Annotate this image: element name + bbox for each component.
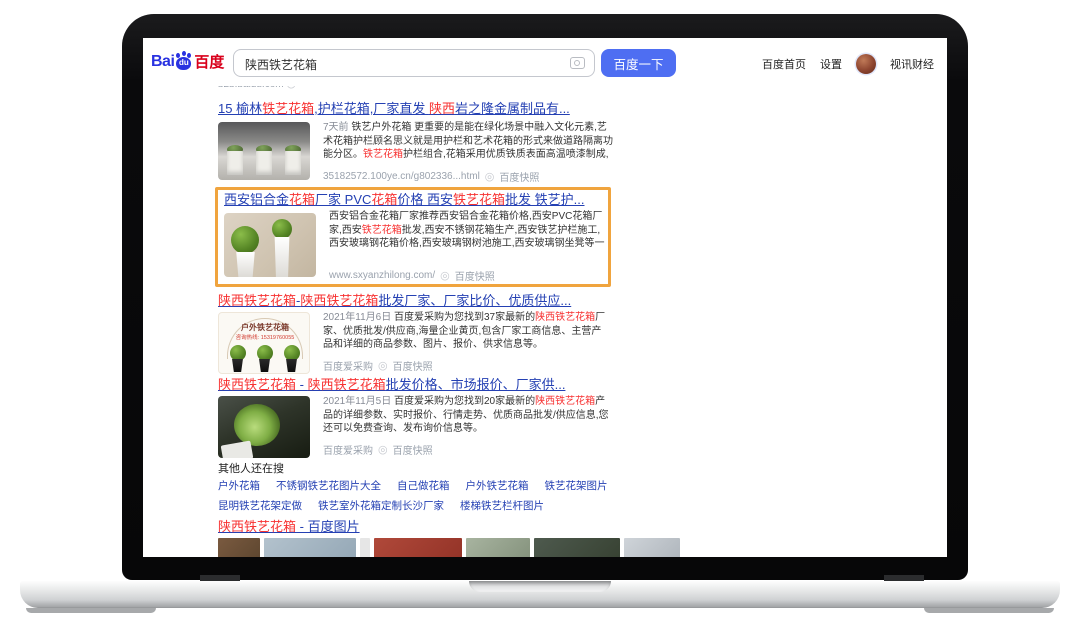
result-title-4[interactable]: 陕西铁艺花箱 - 陕西铁艺花箱批发价格、市场报价、厂家供...: [218, 377, 565, 393]
result-thumbnail-1[interactable]: [218, 122, 310, 180]
snapshot-icon: ◎: [485, 172, 495, 182]
search-input[interactable]: [243, 51, 567, 77]
nav-baidu-home-link[interactable]: 百度首页: [762, 56, 806, 72]
related-search-link[interactable]: 铁艺花架图片: [545, 478, 608, 493]
thumbnail-phone: 咨询热线: 15319760055: [219, 333, 310, 341]
pot-graphic: [231, 359, 244, 372]
planter-graphic: [274, 237, 290, 277]
result-abstract-4: 2021年11月5日 百度爱采购为您找到20家最新的陕西铁艺花箱产品的详细参数、…: [323, 395, 611, 436]
image-thumbnail[interactable]: [360, 538, 370, 557]
snapshot-link-3[interactable]: 百度快照: [393, 358, 433, 373]
topiary-graphic: [284, 345, 300, 361]
planter-graphic: [235, 252, 256, 277]
browser-screen: b2b.baidu.com ◎ 15 榆林铁艺花箱,护栏花箱,厂家直发 陕西岩之…: [143, 38, 947, 557]
snapshot-icon: ◎: [378, 361, 388, 371]
image-thumbnail[interactable]: [534, 538, 620, 557]
result-source-1: 35182572.100ye.cn/g802336...html: [323, 171, 480, 182]
pot-graphic: [285, 359, 298, 372]
user-avatar[interactable]: [856, 54, 876, 74]
result-thumbnail-4[interactable]: [218, 396, 310, 458]
related-search-link[interactable]: 户外花箱: [218, 478, 260, 493]
plant-graphic: [234, 404, 280, 446]
snapshot-link-4[interactable]: 百度快照: [393, 442, 433, 457]
laptop-base: [20, 581, 1060, 608]
related-searches-row-1: 户外花箱 不锈钢铁艺花图片大全 自己做花箱 户外铁艺花箱 铁艺花架图片: [218, 478, 608, 493]
baidu-logo[interactable]: Bai du 百度: [151, 51, 224, 72]
topiary-graphic: [230, 345, 246, 361]
result-meta-4: 百度爱采购 ◎ 百度快照: [323, 442, 433, 457]
related-searches-title: 其他人还在搜: [218, 460, 284, 476]
planter-graphic: [227, 151, 243, 175]
search-box[interactable]: [233, 49, 595, 77]
image-thumbnail[interactable]: [264, 538, 356, 557]
logo-text-bai: Bai: [151, 53, 174, 71]
result-title-1[interactable]: 15 榆林铁艺花箱,护栏花箱,厂家直发 陕西岩之隆金属制品有...: [218, 101, 570, 117]
search-header: Bai du 百度 百度一下 百度首页 设置 视讯财经: [143, 38, 947, 86]
image-thumbnail[interactable]: [218, 538, 260, 557]
image-thumbnail-strip: [218, 538, 680, 557]
laptop-notch: [469, 581, 611, 592]
planter-graphic: [256, 151, 272, 175]
snapshot-icon: ◎: [440, 271, 450, 281]
snapshot-link-2[interactable]: 百度快照: [455, 268, 495, 283]
baidu-search-button[interactable]: 百度一下: [601, 49, 676, 77]
related-searches-row-2: 昆明铁艺花架定做 铁艺室外花箱定制长沙厂家 楼梯铁艺栏杆图片: [218, 498, 544, 513]
images-section-title[interactable]: 陕西铁艺花箱 - 百度图片: [218, 519, 360, 535]
result-thumbnail-2[interactable]: [224, 213, 316, 277]
snapshot-icon: ◎: [378, 445, 388, 455]
result-abstract-1: 7天前 铁艺户外花箱 更重要的是能在绿化场景中融入文化元素,艺术花箱护栏顾名思义…: [323, 121, 613, 162]
related-search-link[interactable]: 昆明铁艺花架定做: [218, 498, 302, 513]
header-nav: 百度首页 设置 视讯财经: [762, 54, 934, 74]
related-search-link[interactable]: 铁艺室外花箱定制长沙厂家: [318, 498, 444, 513]
result-meta-2: www.sxyanzhilong.com/ ◎ 百度快照: [329, 268, 495, 283]
pot-graphic: [221, 441, 254, 458]
result-source-4: 百度爱采购: [323, 442, 373, 457]
result-meta-1: 35182572.100ye.cn/g802336...html ◎ 百度快照: [323, 169, 539, 184]
laptop-mockup: b2b.baidu.com ◎ 15 榆林铁艺花箱,护栏花箱,厂家直发 陕西岩之…: [0, 0, 1080, 628]
result-abstract-3: 2021年11月6日 百度爱采购为您找到37家最新的陕西铁艺花箱厂家、优质批发/…: [323, 311, 611, 352]
pot-graphic: [258, 359, 271, 372]
related-search-link[interactable]: 户外铁艺花箱: [466, 478, 529, 493]
baidu-paw-icon: du: [175, 53, 192, 70]
planter-graphic: [285, 151, 301, 175]
related-search-link[interactable]: 不锈钢铁艺花图片大全: [276, 478, 381, 493]
username-label[interactable]: 视讯财经: [890, 56, 934, 72]
result-thumbnail-3[interactable]: 户外铁艺花箱 咨询热线: 15319760055: [218, 312, 310, 374]
result-abstract-2: 西安铝合金花箱厂家推荐西安铝合金花箱价格,西安PVC花箱厂家,西安铁艺花箱批发,…: [329, 210, 607, 251]
logo-text-brand: 百度: [194, 51, 224, 72]
result-title-2[interactable]: 西安铝合金花箱厂家 PVC花箱价格 西安铁艺花箱批发 铁艺护...: [224, 192, 584, 208]
result-title-3[interactable]: 陕西铁艺花箱-陕西铁艺花箱批发厂家、厂家比价、优质供应...: [218, 293, 571, 309]
thumbnail-caption: 户外铁艺花箱: [219, 322, 310, 333]
camera-icon[interactable]: [570, 57, 585, 69]
snapshot-link-1[interactable]: 百度快照: [499, 169, 539, 184]
related-search-link[interactable]: 自己做花箱: [397, 478, 450, 493]
laptop-foot-right: [924, 608, 1054, 613]
image-thumbnail[interactable]: [624, 538, 680, 557]
result-source-2: www.sxyanzhilong.com/: [329, 270, 435, 281]
topiary-graphic: [272, 219, 292, 239]
topiary-graphic: [231, 226, 259, 254]
result-source-3: 百度爱采购: [323, 358, 373, 373]
image-thumbnail[interactable]: [466, 538, 530, 557]
image-thumbnail[interactable]: [374, 538, 462, 557]
laptop-foot-left: [26, 608, 156, 613]
related-search-link[interactable]: 楼梯铁艺栏杆图片: [460, 498, 544, 513]
result-meta-3: 百度爱采购 ◎ 百度快照: [323, 358, 433, 373]
nav-settings-link[interactable]: 设置: [820, 56, 842, 72]
topiary-graphic: [257, 345, 273, 361]
